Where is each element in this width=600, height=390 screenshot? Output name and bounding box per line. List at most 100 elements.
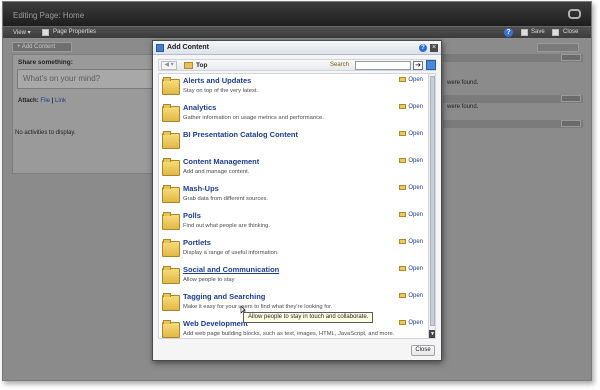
item-name[interactable]: Web Development [183,319,248,328]
menu-bar: View ▾ Page Properties ? Save Close [3,26,591,38]
folder-icon [399,212,407,217]
item-name[interactable]: Social and Communication [183,265,279,274]
app-title: Editing Page: Home [13,11,85,20]
title-bar: Editing Page: Home [3,2,591,26]
item-description: Display a range of useful information. [183,250,279,256]
open-button[interactable]: Open [399,239,423,245]
list-item[interactable]: Content Management Add and manage conten… [159,155,429,182]
close-button[interactable]: Close [563,29,578,35]
search-go-button[interactable]: ➔ [413,61,423,70]
page-properties-link[interactable]: Page Properties [53,29,96,35]
dialog-header: Add Content ? × [153,41,441,55]
close-button[interactable]: Close [411,345,435,356]
search-input[interactable] [355,61,411,70]
polls-folder-icon [162,212,180,230]
panel-controls[interactable] [561,54,581,61]
close-icon[interactable]: × [430,44,438,52]
list-item[interactable]: Portlets Display a range of useful infor… [159,236,429,263]
tagging-folder-icon [162,293,180,311]
attach-row: Attach: File | Link [18,98,66,104]
add-content-icon [156,44,164,52]
panel-controls[interactable] [561,120,581,127]
list-item[interactable]: Mash-Ups Grab data from different source… [159,182,429,209]
tooltip: Allow people to stay in touch and collab… [243,312,374,323]
item-name[interactable]: Tagging and Searching [183,292,265,301]
attach-label: Attach: [18,98,39,104]
folder-icon [399,158,407,163]
breadcrumb[interactable]: Top [196,62,207,69]
item-name[interactable]: Polls [183,211,201,220]
open-button[interactable]: Open [399,77,423,83]
item-description: Allow people to stay [183,277,235,283]
close-icon [552,29,559,36]
empty-state-text: No activities to display. [15,130,76,136]
save-icon [521,29,528,36]
list-item[interactable]: Alerts and Updates Stay on top of the ve… [159,74,429,101]
add-content-button[interactable]: + Add Content [12,42,72,52]
mashups-folder-icon [162,185,180,203]
item-description: Add and manage content. [183,169,250,175]
list-item[interactable]: Social and Communication Allow people to… [159,263,429,290]
item-description: Find out what people are thinking. [183,223,271,229]
item-description: Gather information on usage metrics and … [183,115,324,121]
item-description: Grab data from different sources. [183,196,268,202]
open-button[interactable]: Open [399,185,423,191]
view-menu[interactable]: View ▾ [13,29,31,36]
item-name[interactable]: Content Management [183,157,259,166]
right-panels: were found. were found. [443,54,583,154]
scroll-thumb[interactable] [430,76,435,326]
folder-icon [399,185,407,190]
item-name[interactable]: BI Presentation Catalog Content [183,130,298,139]
item-name[interactable]: Portlets [183,238,211,247]
open-button[interactable]: Open [399,212,423,218]
open-button[interactable]: Open [399,293,423,299]
analytics-folder-icon [162,104,180,122]
activity-panel: Share something: What's on your mind? At… [12,54,157,174]
attach-link-link[interactable]: Link [55,98,66,104]
item-description: Stay on top of the very latest. [183,88,259,94]
panel-controls[interactable] [561,95,581,102]
page-properties-icon [42,29,49,36]
folder-icon [184,62,193,69]
dialog-title: Add Content [167,44,209,51]
back-button[interactable]: ◀ ▾ [161,61,177,70]
folder-icon [399,131,407,136]
item-description: Make it easy for your users to find what… [183,304,333,310]
item-name[interactable]: Alerts and Updates [183,76,251,85]
open-button[interactable]: Open [399,320,423,326]
open-button[interactable]: Open [399,131,423,137]
scroll-down-arrow[interactable]: ▼ [429,330,435,338]
attach-file-link[interactable]: File [40,98,50,104]
list-item[interactable]: Analytics Gather information on usage me… [159,101,429,128]
save-button[interactable]: Save [531,29,545,35]
open-button[interactable]: Open [399,104,423,110]
alerts-folder-icon [162,77,180,95]
open-button[interactable]: Open [399,158,423,164]
help-icon[interactable]: ? [419,44,427,52]
tree-view-icon[interactable] [426,60,436,70]
scrollbar[interactable]: ▼ [428,74,435,338]
share-title: Share something: [18,59,73,66]
portlets-folder-icon [162,239,180,257]
panel-message: were found. [447,80,479,86]
status-input[interactable]: What's on your mind? [17,69,155,89]
list-item[interactable]: Polls Find out what people are thinking.… [159,209,429,236]
item-description: Add web page building blocks, such as te… [183,331,395,337]
item-name[interactable]: Mash-Ups [183,184,219,193]
add-content-dialog: Add Content ? × ◀ ▾ Top Search ➔ Alerts … [152,40,442,361]
help-icon[interactable]: ? [504,28,513,37]
webdev-folder-icon [162,320,180,338]
logo-icon [568,9,581,19]
social-folder-icon [162,266,180,284]
dialog-toolbar: ◀ ▾ Top Search ➔ [158,59,436,71]
content-folder-icon [162,158,180,176]
content-list: Alerts and Updates Stay on top of the ve… [158,73,436,339]
folder-icon [399,293,407,298]
folder-icon [399,77,407,82]
item-name[interactable]: Analytics [183,103,216,112]
folder-icon [399,266,407,271]
list-item[interactable]: BI Presentation Catalog Content Open [159,128,429,155]
panel-message: were found. [447,104,479,110]
folder-icon [399,104,407,109]
open-button[interactable]: Open [399,266,423,272]
